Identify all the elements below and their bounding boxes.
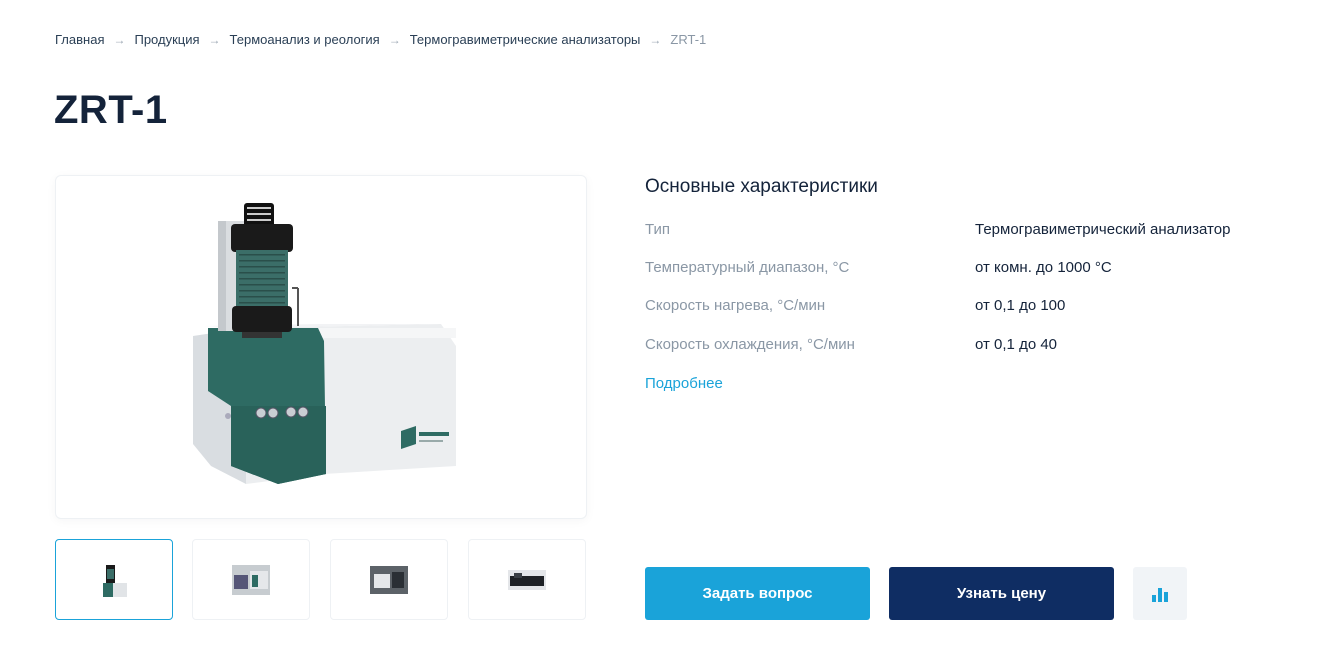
lab-photo-thumbnail-icon bbox=[232, 564, 270, 595]
product-main-image[interactable] bbox=[55, 175, 587, 519]
get-price-button[interactable]: Узнать цену bbox=[889, 567, 1114, 620]
spec-value-cooling-rate: от 0,1 до 40 bbox=[975, 336, 1058, 353]
bar-chart-icon bbox=[1152, 587, 1168, 602]
analyzer-thumbnail-icon bbox=[103, 564, 127, 597]
spec-value-type: Термогравиметрический анализатор bbox=[975, 221, 1231, 238]
spec-value-temperature: от комн. до 1000 °С bbox=[975, 259, 1112, 276]
thermogravimetric-analyzer-image bbox=[193, 203, 456, 484]
thumbnail-2[interactable] bbox=[192, 539, 310, 620]
breadcrumb-current: ZRT-1 bbox=[670, 32, 707, 47]
lab-photo-thumbnail-icon bbox=[370, 565, 408, 594]
breadcrumb-products[interactable]: Продукция bbox=[134, 32, 199, 47]
page-title: ZRT-1 bbox=[54, 88, 168, 132]
breadcrumb-arrow-icon: → bbox=[649, 32, 662, 47]
thumbnail-3[interactable] bbox=[330, 539, 448, 620]
specs-title: Основные характеристики bbox=[645, 176, 878, 197]
spec-label-type: Тип bbox=[645, 221, 671, 238]
spec-value-heating-rate: от 0,1 до 100 bbox=[975, 297, 1066, 314]
breadcrumb-tga[interactable]: Термогравиметрические анализаторы bbox=[410, 32, 641, 47]
ask-question-button[interactable]: Задать вопрос bbox=[645, 567, 870, 620]
breadcrumb: Главная → Продукция → Термоанализ и реол… bbox=[55, 32, 706, 47]
breadcrumb-arrow-icon: → bbox=[113, 32, 126, 47]
breadcrumb-thermal-analysis[interactable]: Термоанализ и реология bbox=[230, 32, 380, 47]
spec-label-heating-rate: Скорость нагрева, °С/мин bbox=[645, 297, 826, 314]
spec-label-temperature: Температурный диапазон, °С bbox=[645, 259, 850, 276]
lab-photo-thumbnail-icon bbox=[508, 569, 546, 590]
more-details-link[interactable]: Подробнее bbox=[645, 375, 723, 392]
breadcrumb-arrow-icon: → bbox=[208, 32, 221, 47]
compare-button[interactable] bbox=[1133, 567, 1187, 620]
breadcrumb-arrow-icon: → bbox=[388, 32, 401, 47]
thumbnail-4[interactable] bbox=[468, 539, 586, 620]
thumbnail-1[interactable] bbox=[55, 539, 173, 620]
breadcrumb-home[interactable]: Главная bbox=[55, 32, 104, 47]
spec-label-cooling-rate: Скорость охлаждения, °С/мин bbox=[645, 336, 855, 353]
